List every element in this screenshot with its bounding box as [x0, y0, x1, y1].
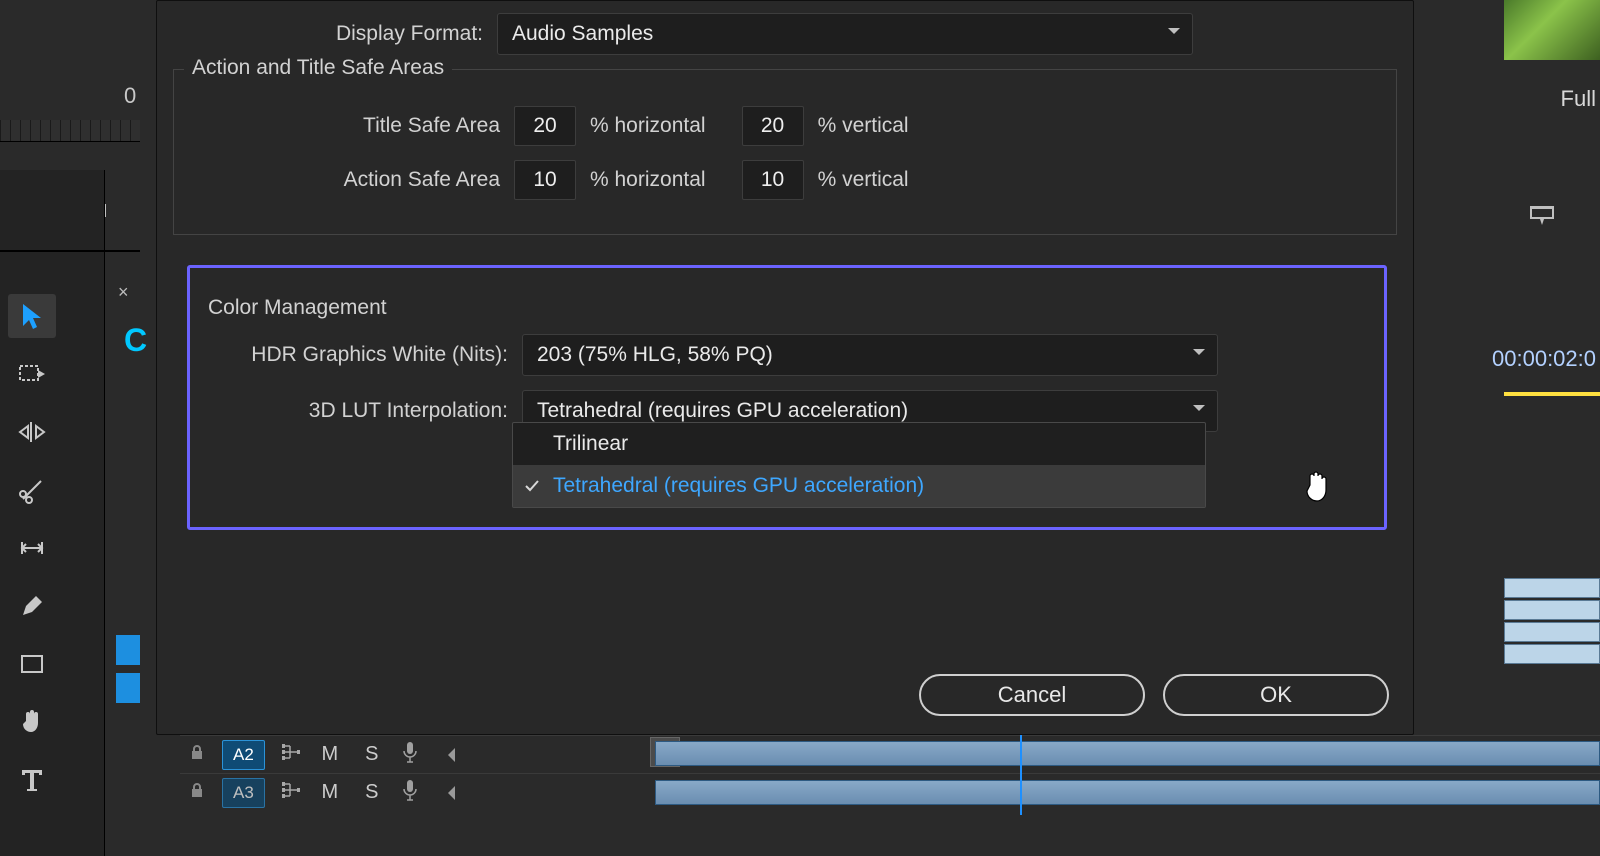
- display-format-dropdown[interactable]: Audio Samples: [497, 13, 1193, 55]
- solo-button[interactable]: S: [359, 781, 385, 804]
- track-output-icon[interactable]: [281, 743, 301, 766]
- type-tool[interactable]: [8, 758, 56, 802]
- title-safe-v-input[interactable]: [742, 106, 804, 146]
- slip-tool[interactable]: [8, 526, 56, 570]
- lut-option-trilinear[interactable]: Trilinear: [513, 423, 1205, 465]
- hdr-white-dropdown[interactable]: 203 (75% HLG, 58% PQ): [522, 334, 1218, 376]
- close-icon[interactable]: ×: [118, 282, 129, 303]
- resolution-label[interactable]: Full: [1561, 86, 1596, 112]
- track-header-blocks: [116, 635, 140, 711]
- safe-areas-title: Action and Title Safe Areas: [184, 56, 452, 80]
- tool-palette: [8, 294, 56, 802]
- track-output-icon[interactable]: [281, 781, 301, 804]
- lut-interpolation-value: Tetrahedral (requires GPU acceleration): [537, 399, 908, 423]
- razor-tool[interactable]: [8, 468, 56, 512]
- display-format-label: Display Format:: [173, 22, 483, 46]
- time-ruler[interactable]: [0, 120, 140, 142]
- safe-areas-group: Action and Title Safe Areas Title Safe A…: [173, 69, 1397, 235]
- mic-icon[interactable]: [401, 779, 419, 806]
- app-background: 0 × C: [0, 0, 1600, 856]
- display-format-value: Audio Samples: [512, 22, 653, 46]
- rectangle-tool[interactable]: [8, 642, 56, 686]
- cancel-button-label: Cancel: [998, 682, 1066, 708]
- color-management-highlight: Color Management HDR Graphics White (Nit…: [187, 265, 1387, 530]
- timeline-canvas[interactable]: fx: [650, 735, 1600, 825]
- cursor-pointer-icon: [1302, 470, 1330, 502]
- timeline-clips-right: [1504, 578, 1600, 666]
- hdr-white-value: 203 (75% HLG, 58% PQ): [537, 343, 773, 367]
- track-label[interactable]: A3: [222, 778, 265, 808]
- sequence-settings-dialog: Display Format: Audio Samples Action and…: [156, 0, 1414, 735]
- mic-icon[interactable]: [401, 741, 419, 768]
- pen-tool[interactable]: [8, 584, 56, 628]
- check-icon: [523, 477, 541, 495]
- hdr-white-label: HDR Graphics White (Nits):: [198, 343, 508, 367]
- title-safe-label: Title Safe Area: [190, 114, 500, 138]
- menu-item-label: Tetrahedral (requires GPU acceleration): [553, 474, 924, 498]
- pct-horizontal-label: % horizontal: [590, 168, 706, 192]
- ok-button-label: OK: [1260, 682, 1292, 708]
- color-management-title: Color Management: [208, 296, 387, 319]
- title-safe-h-input[interactable]: [514, 106, 576, 146]
- pct-horizontal-label: % horizontal: [590, 114, 706, 138]
- right-panel-partial: Full 00:00:02:0: [1420, 0, 1600, 420]
- timeline-in-out[interactable]: [1504, 392, 1600, 396]
- speaker-icon[interactable]: [435, 784, 453, 802]
- panel-title-partial: C: [124, 322, 147, 359]
- hand-tool[interactable]: [8, 700, 56, 744]
- lut-option-tetrahedral[interactable]: Tetrahedral (requires GPU acceleration): [513, 465, 1205, 507]
- action-safe-h-input[interactable]: [514, 160, 576, 200]
- action-safe-label: Action Safe Area: [190, 168, 500, 192]
- chevron-down-icon: [1193, 349, 1205, 361]
- audio-clip[interactable]: [655, 780, 1600, 805]
- lut-interpolation-label: 3D LUT Interpolation:: [198, 399, 508, 423]
- action-safe-v-input[interactable]: [742, 160, 804, 200]
- lock-icon[interactable]: [188, 781, 206, 804]
- solo-button[interactable]: S: [359, 743, 385, 766]
- selection-tool[interactable]: [8, 294, 56, 338]
- track-label[interactable]: A2: [222, 740, 265, 770]
- lock-icon[interactable]: [188, 743, 206, 766]
- speaker-icon[interactable]: [435, 746, 453, 764]
- ok-button[interactable]: OK: [1163, 674, 1389, 716]
- timecode-display[interactable]: 00:00:02:0: [1492, 346, 1596, 372]
- audio-clip[interactable]: [655, 741, 1600, 766]
- pct-vertical-label: % vertical: [818, 114, 909, 138]
- menu-item-label: Trilinear: [553, 432, 628, 456]
- mute-button[interactable]: M: [317, 743, 343, 766]
- chevron-down-icon: [1193, 405, 1205, 417]
- ruler-zero-label: 0: [124, 83, 136, 109]
- pct-vertical-label: % vertical: [818, 168, 909, 192]
- mute-button[interactable]: M: [317, 781, 343, 804]
- preview-thumbnail: [1504, 0, 1600, 60]
- track-select-tool[interactable]: [8, 352, 56, 396]
- chevron-down-icon: [1168, 28, 1180, 40]
- cancel-button[interactable]: Cancel: [919, 674, 1145, 716]
- lut-interpolation-menu: Trilinear Tetrahedral (requires GPU acce…: [512, 422, 1206, 508]
- panel-divider: [0, 250, 140, 252]
- crop-icon[interactable]: [1526, 200, 1558, 233]
- ripple-edit-tool[interactable]: [8, 410, 56, 454]
